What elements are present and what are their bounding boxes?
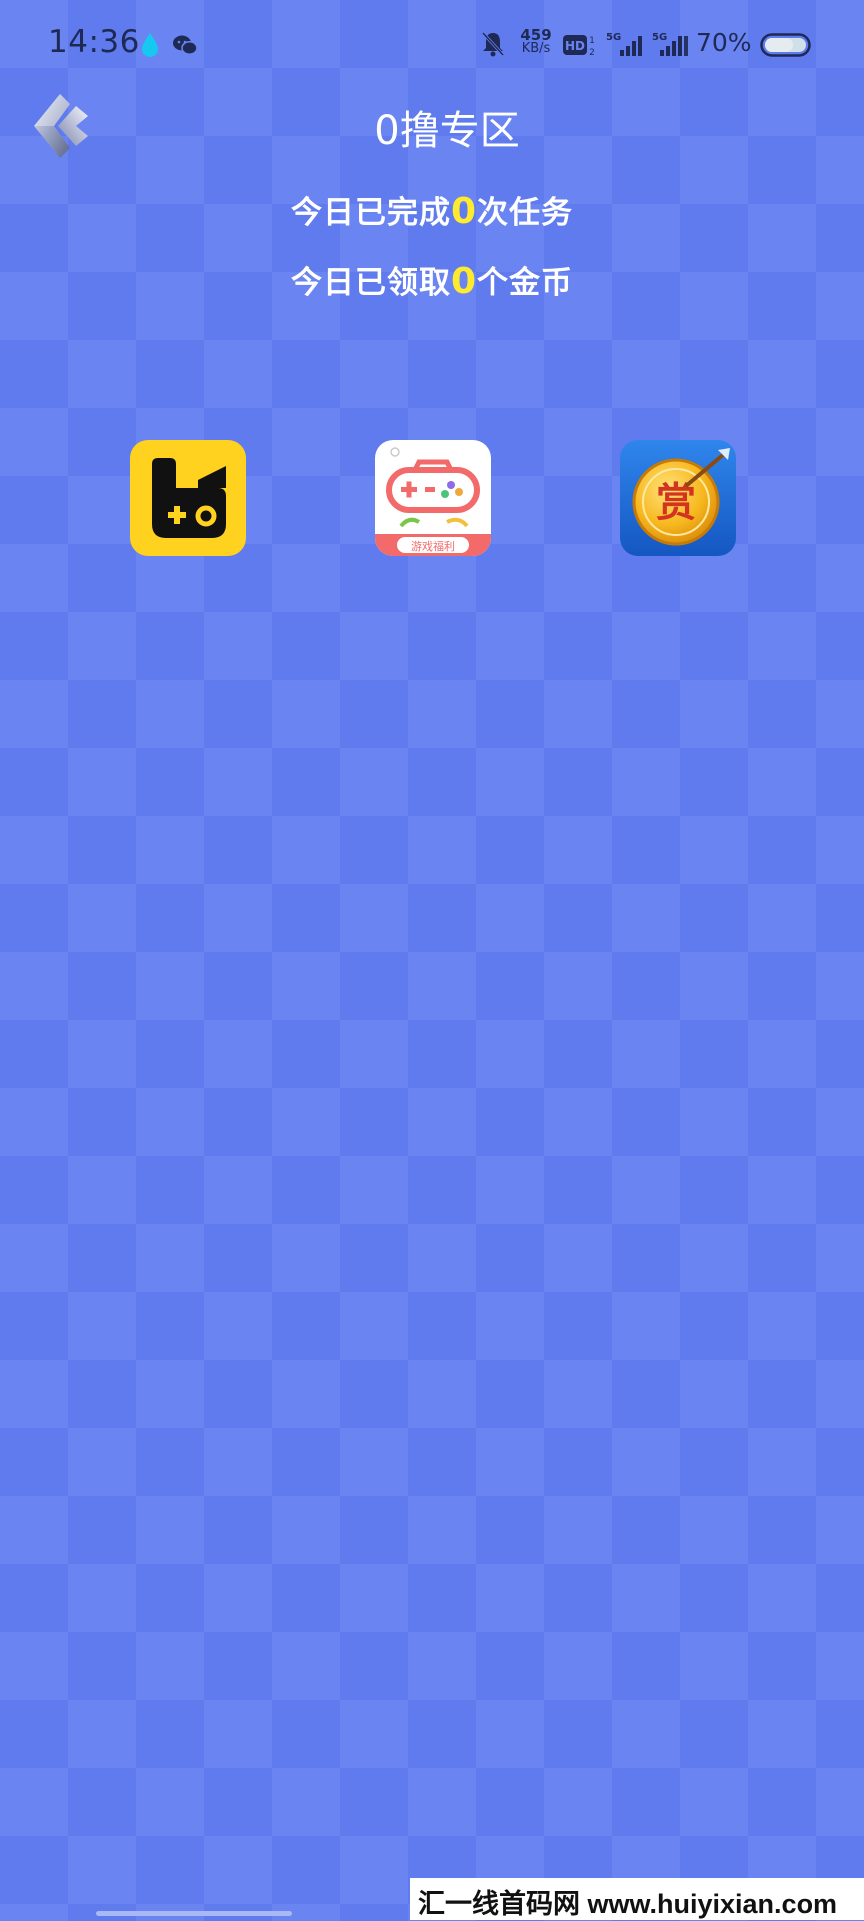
app-2-label: 游戏福利 — [411, 539, 455, 553]
battery-icon — [760, 33, 811, 57]
watermark: 汇一线首码网 www.huiyixian.com — [418, 1882, 837, 1921]
coins-received-line: 今日已领取0个金币 — [0, 257, 864, 302]
bell-muted-icon — [481, 31, 505, 57]
network-speed: 459 KB/s — [516, 28, 556, 56]
coins-count: 0 — [450, 261, 478, 302]
hd-voice-icon: HD 1 2 — [563, 35, 595, 58]
svg-text:1: 1 — [589, 36, 595, 46]
home-indicator[interactable] — [96, 1911, 292, 1916]
tasks-count: 0 — [450, 191, 478, 232]
watermark-cn: 汇一线首码网 — [418, 1889, 580, 1919]
watermark-url: www.huiyixian.com — [587, 1889, 838, 1919]
signal-1-label: 5G — [606, 32, 621, 43]
wechat-icon — [173, 35, 198, 55]
network-speed-value: 459 — [520, 26, 552, 44]
app-tile-game-welfare[interactable]: 游戏福利 — [375, 440, 491, 556]
signal-icon-2: 5G — [652, 32, 688, 56]
coins-suffix: 个金币 — [477, 265, 574, 301]
app-tile-game-controller[interactable] — [130, 440, 246, 556]
svg-text:2: 2 — [589, 48, 595, 58]
reward-coin-app-icon: 赏 — [620, 440, 736, 556]
gamepad-welfare-app-icon: 游戏福利 — [375, 440, 491, 556]
hd-label: HD — [565, 39, 585, 53]
tasks-prefix: 今日已完成 — [290, 195, 451, 231]
signal-2-label: 5G — [652, 32, 667, 43]
coins-prefix: 今日已领取 — [290, 265, 451, 301]
tasks-suffix: 次任务 — [477, 195, 574, 231]
network-speed-unit: KB/s — [521, 41, 551, 56]
tasks-completed-line: 今日已完成0次任务 — [0, 187, 864, 232]
water-drop-icon — [142, 33, 158, 57]
status-bar: 14:36 459 KB/s HD 1 2 5G 5G 70% — [0, 0, 864, 92]
app-tile-reward[interactable]: 赏 — [620, 440, 736, 556]
game-controller-app-icon — [130, 440, 246, 556]
app-3-label: 赏 — [656, 480, 696, 526]
battery-percent: 70% — [696, 28, 752, 57]
status-time: 14:36 — [48, 24, 140, 60]
signal-icon: 5G — [606, 32, 642, 56]
page-title: 0撸专区 — [374, 108, 520, 154]
